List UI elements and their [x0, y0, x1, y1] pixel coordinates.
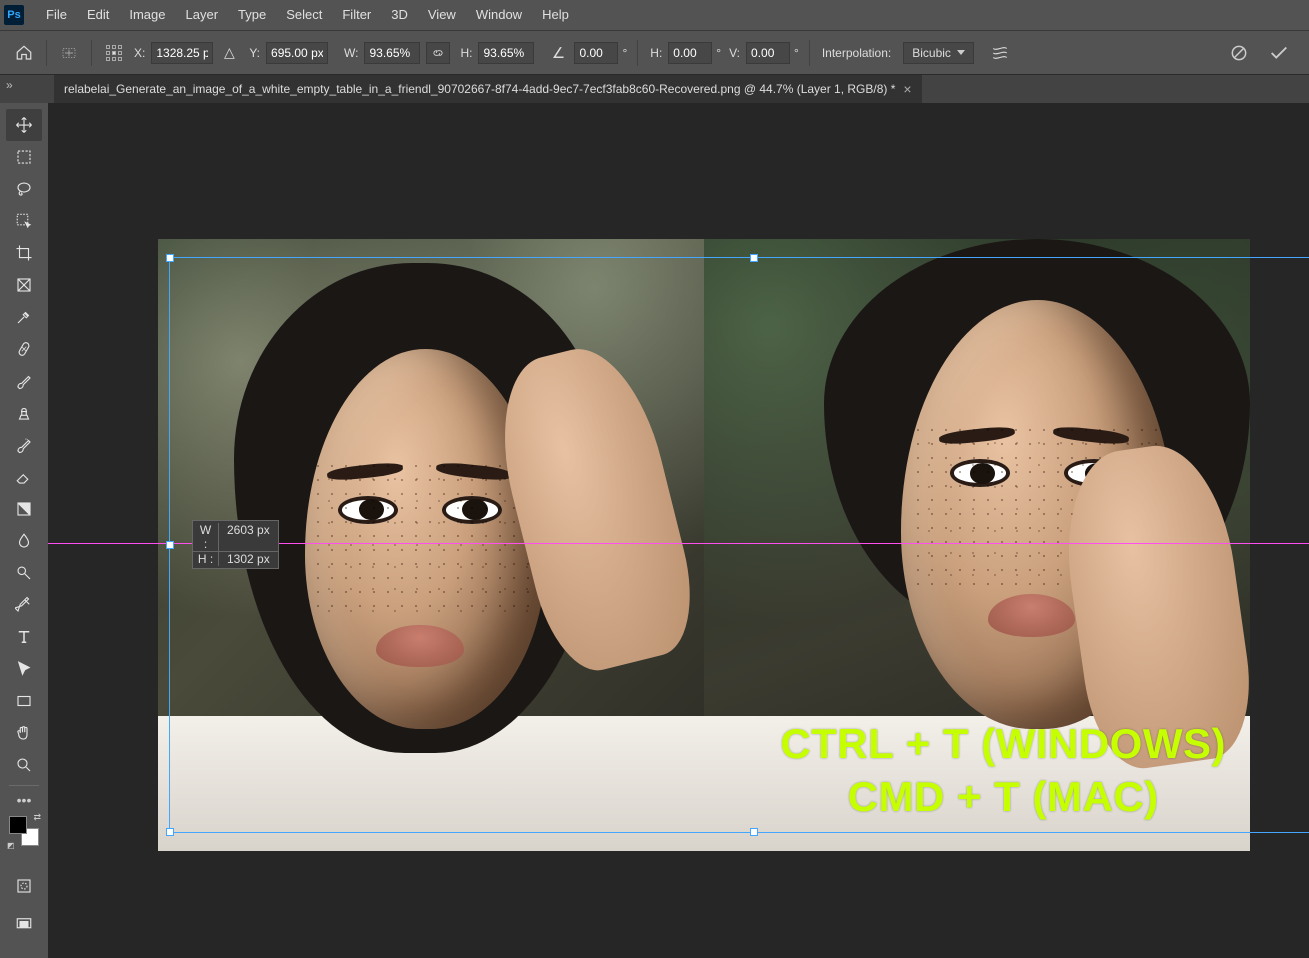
interpolation-value: Bicubic [912, 46, 951, 60]
menu-layer[interactable]: Layer [176, 0, 229, 30]
tool-panel: ••• ⇄ ◩ [0, 103, 48, 958]
rotate-input[interactable] [574, 42, 618, 64]
interpolation-select[interactable]: Bicubic [903, 42, 974, 64]
skew-h-label: H: [650, 46, 662, 60]
menu-type[interactable]: Type [228, 0, 276, 30]
blur-tool[interactable] [6, 525, 42, 557]
menu-image[interactable]: Image [119, 0, 175, 30]
document-tab-title: relabelai_Generate_an_image_of_a_white_e… [64, 82, 895, 96]
transform-handle-bottom-mid[interactable] [750, 828, 758, 836]
transform-bounding-box[interactable] [169, 257, 1309, 833]
transform-handle-mid-left[interactable] [166, 541, 174, 549]
delta-icon[interactable]: △ [215, 39, 243, 67]
rectangle-tool[interactable] [6, 685, 42, 717]
menu-help[interactable]: Help [532, 0, 579, 30]
transform-handle-bottom-left[interactable] [166, 828, 174, 836]
document-tab-bar: relabelai_Generate_an_image_of_a_white_e… [0, 75, 1309, 103]
readout-w-label: W : [193, 523, 219, 551]
readout-h-value: 1302 px [219, 552, 278, 566]
menubar: Ps File Edit Image Layer Type Select Fil… [0, 0, 1309, 30]
readout-w-value: 2603 px [219, 523, 278, 551]
readout-h-label: H : [193, 552, 219, 566]
edit-toolbar-icon[interactable]: ••• [6, 790, 42, 810]
link-icon[interactable] [426, 42, 450, 64]
frame-tool[interactable] [6, 269, 42, 301]
expand-panels-icon[interactable]: » [6, 78, 13, 92]
h-label: H: [460, 46, 472, 60]
menu-file[interactable]: File [36, 0, 77, 30]
transform-readout: W :2603 px H :1302 px [192, 520, 279, 569]
separator [637, 40, 638, 66]
x-label: X: [134, 46, 145, 60]
menu-edit[interactable]: Edit [77, 0, 119, 30]
warp-icon[interactable] [986, 39, 1014, 67]
type-tool[interactable] [6, 621, 42, 653]
swap-colors-icon[interactable]: ⇄ [33, 812, 41, 823]
separator [91, 40, 92, 66]
foreground-color-swatch[interactable] [9, 816, 27, 834]
canvas-area[interactable]: CTRL + T (WINDOWS) CMD + T (MAC) W :2603… [48, 103, 1309, 958]
path-selection-tool[interactable] [6, 653, 42, 685]
eyedropper-tool[interactable] [6, 301, 42, 333]
gradient-tool[interactable] [6, 493, 42, 525]
menu-view[interactable]: View [418, 0, 466, 30]
menu-window[interactable]: Window [466, 0, 532, 30]
lasso-tool[interactable] [6, 173, 42, 205]
quick-mask-icon[interactable] [6, 870, 42, 902]
menu-3d[interactable]: 3D [381, 0, 418, 30]
brush-tool[interactable] [6, 365, 42, 397]
y-input[interactable] [266, 42, 328, 64]
transform-tool-icon[interactable] [55, 39, 83, 67]
transform-handle-top-mid[interactable] [750, 254, 758, 262]
rotate-icon: ∠ [544, 39, 572, 67]
transform-handle-top-left[interactable] [166, 254, 174, 262]
separator [809, 40, 810, 66]
commit-transform-icon[interactable] [1265, 39, 1293, 67]
home-icon[interactable] [10, 39, 38, 67]
history-brush-tool[interactable] [6, 429, 42, 461]
quick-selection-tool[interactable] [6, 205, 42, 237]
move-tool[interactable] [6, 109, 42, 141]
crop-tool[interactable] [6, 237, 42, 269]
width-input[interactable] [364, 42, 420, 64]
cancel-transform-icon[interactable] [1225, 39, 1253, 67]
w-label: W: [344, 46, 358, 60]
zoom-tool[interactable] [6, 749, 42, 781]
dodge-tool[interactable] [6, 557, 42, 589]
default-colors-icon[interactable]: ◩ [7, 841, 15, 850]
skew-v-label: V: [729, 46, 740, 60]
hand-tool[interactable] [6, 717, 42, 749]
y-label: Y: [249, 46, 260, 60]
clone-stamp-tool[interactable] [6, 397, 42, 429]
app-icon: Ps [4, 5, 24, 25]
chevron-down-icon [957, 50, 965, 55]
menu-filter[interactable]: Filter [332, 0, 381, 30]
interpolation-label: Interpolation: [822, 46, 891, 60]
screen-mode-icon[interactable] [6, 908, 42, 940]
menu-select[interactable]: Select [276, 0, 332, 30]
x-input[interactable] [151, 42, 213, 64]
healing-brush-tool[interactable] [6, 333, 42, 365]
options-bar: X: △ Y: W: H: ∠ ° H: ° V: ° Interpolatio… [0, 30, 1309, 75]
reference-point-icon[interactable] [100, 39, 128, 67]
pen-tool[interactable] [6, 589, 42, 621]
marquee-tool[interactable] [6, 141, 42, 173]
separator [46, 40, 47, 66]
skew-v-input[interactable] [746, 42, 790, 64]
close-icon[interactable]: × [903, 81, 911, 97]
height-input[interactable] [478, 42, 534, 64]
color-swatches[interactable]: ⇄ ◩ [9, 816, 39, 846]
divider [9, 785, 39, 786]
eraser-tool[interactable] [6, 461, 42, 493]
document-tab[interactable]: relabelai_Generate_an_image_of_a_white_e… [54, 75, 922, 103]
skew-h-input[interactable] [668, 42, 712, 64]
